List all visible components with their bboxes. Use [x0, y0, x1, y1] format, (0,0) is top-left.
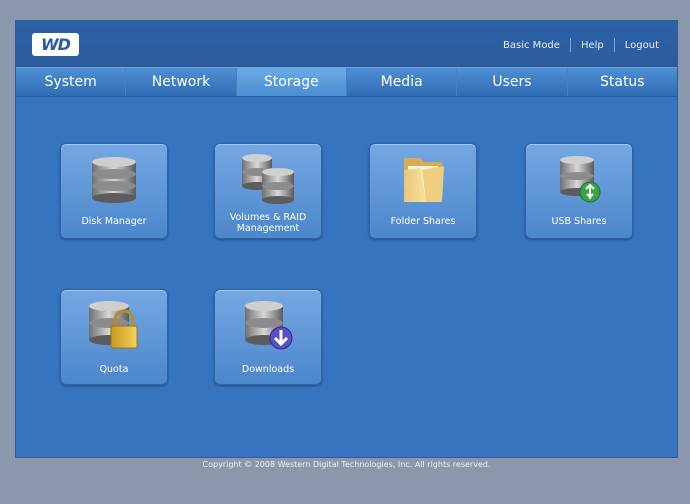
volumes-raid-button[interactable]: Volumes & RAID Management	[214, 143, 322, 239]
download-disk-icon	[245, 301, 293, 350]
wd-logo: WD	[32, 33, 79, 56]
tile-label: USB Shares	[551, 216, 607, 227]
tile-label: Volumes & RAID Management	[229, 212, 307, 234]
usb-shares-button[interactable]: USB Shares	[525, 143, 633, 239]
tab-system[interactable]: System	[16, 68, 127, 96]
tile-label: Disk Manager	[81, 216, 147, 227]
tile-label: Quota	[99, 364, 129, 375]
logout-link[interactable]: Logout	[625, 40, 659, 51]
tab-storage[interactable]: Storage	[236, 68, 347, 96]
tab-status[interactable]: Status	[568, 68, 677, 96]
folder-icon	[404, 158, 444, 202]
tab-media[interactable]: Media	[347, 68, 458, 96]
help-link[interactable]: Help	[581, 40, 604, 51]
tab-users[interactable]: Users	[457, 68, 568, 96]
divider	[569, 38, 571, 52]
header-bar: WD Basic Mode Help Logout	[16, 21, 677, 67]
quota-button[interactable]: Quota	[60, 289, 168, 385]
downloads-button[interactable]: Downloads	[214, 289, 322, 385]
double-disk-stack-icon	[242, 154, 294, 204]
tab-network[interactable]: Network	[126, 68, 237, 96]
top-links: Basic Mode Help Logout	[503, 38, 659, 52]
tile-label: Downloads	[241, 364, 295, 375]
usb-disk-icon	[560, 156, 601, 203]
padlock-disk-icon	[89, 301, 138, 349]
divider	[613, 38, 615, 52]
tile-label: Folder Shares	[390, 216, 456, 227]
basic-mode-link[interactable]: Basic Mode	[503, 40, 560, 51]
folder-shares-button[interactable]: Folder Shares	[369, 143, 477, 239]
disk-manager-button[interactable]: Disk Manager	[60, 143, 168, 239]
main-window: WD Basic Mode Help Logout System Network…	[15, 20, 678, 458]
main-tabs: System Network Storage Media Users Statu…	[16, 67, 677, 97]
disk-stack-icon	[92, 157, 136, 203]
copyright-footer: Copyright © 2008 Western Digital Technol…	[202, 460, 491, 469]
